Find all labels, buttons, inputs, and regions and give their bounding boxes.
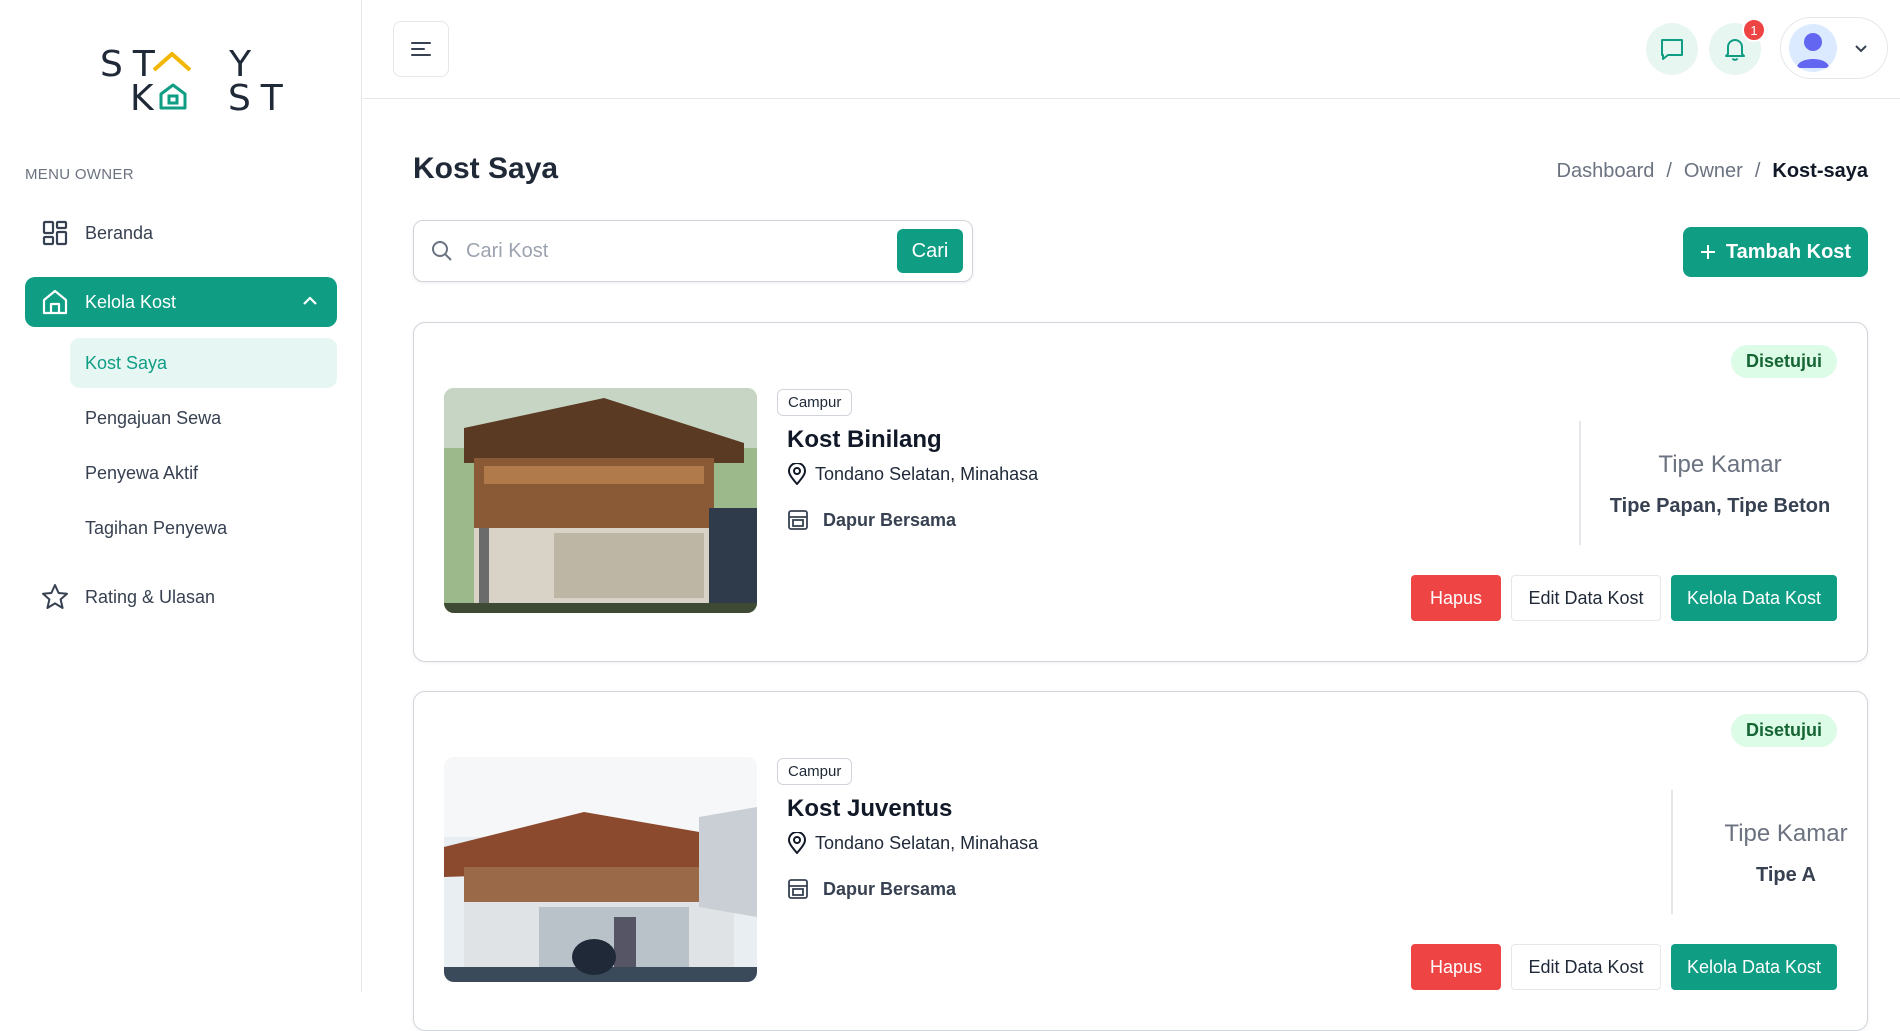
avatar bbox=[1789, 24, 1837, 72]
bell-icon bbox=[1725, 39, 1745, 61]
star-icon bbox=[40, 582, 70, 612]
card-actions: Hapus Edit Data Kost Kelola Data Kost bbox=[1411, 944, 1837, 990]
delete-button[interactable]: Hapus bbox=[1411, 944, 1501, 990]
top-header: 1 bbox=[363, 0, 1900, 99]
messages-button[interactable] bbox=[1646, 23, 1698, 75]
search-icon bbox=[432, 241, 452, 261]
chevron-up-icon bbox=[303, 296, 317, 305]
kost-location: Tondano Selatan, Minahasa bbox=[787, 832, 1038, 854]
room-type-block: Tipe Kamar Tipe A bbox=[1691, 820, 1881, 887]
kost-name: Kost Binilang bbox=[787, 426, 942, 453]
sidebar-item-kelola-kost[interactable]: Kelola Kost bbox=[25, 277, 337, 327]
sidebar-item-label: Beranda bbox=[85, 222, 154, 243]
sidebar-item-label: Kelola Kost bbox=[85, 291, 177, 312]
room-type-heading: Tipe Kamar bbox=[1724, 820, 1848, 847]
breadcrumb-current: Kost-saya bbox=[1772, 160, 1868, 182]
kost-photo[interactable] bbox=[444, 757, 757, 982]
stove-icon bbox=[788, 879, 808, 899]
breadcrumb: Dashboard / Owner / Kost-saya bbox=[1557, 160, 1868, 183]
user-menu-button[interactable] bbox=[1780, 17, 1888, 79]
page-title: Kost Saya bbox=[413, 152, 559, 185]
kost-facility-text: Dapur Bersama bbox=[823, 878, 957, 899]
user-avatar-icon bbox=[1797, 33, 1829, 68]
chat-icon bbox=[1661, 39, 1683, 60]
kost-card: Disetujui Campur Kost Binilang Tondano S… bbox=[413, 322, 1868, 662]
room-type-block: Tipe Kamar Tipe Papan, Tipe Beton bbox=[1606, 451, 1834, 518]
breadcrumb-separator: / bbox=[1754, 160, 1761, 182]
sidebar-item-rating-ulasan[interactable]: Rating & Ulasan bbox=[25, 572, 337, 622]
breadcrumb-dashboard[interactable]: Dashboard bbox=[1557, 160, 1655, 183]
search-input[interactable] bbox=[466, 239, 886, 263]
sidebar: ST Y K ST MENU OWNER Beranda Kelola Kost bbox=[0, 0, 362, 992]
edit-kost-button[interactable]: Edit Data Kost bbox=[1511, 575, 1661, 621]
status-badge: Disetujui bbox=[1730, 714, 1837, 747]
add-kost-label: Tambah Kost bbox=[1725, 240, 1852, 263]
manage-kost-button[interactable]: Kelola Data Kost bbox=[1671, 575, 1837, 621]
notification-count-badge: 1 bbox=[1742, 18, 1766, 42]
notifications-button[interactable]: 1 bbox=[1709, 18, 1766, 75]
hamburger-icon bbox=[411, 42, 431, 56]
menu-toggle-button[interactable] bbox=[393, 21, 449, 77]
kost-facility-text: Dapur Bersama bbox=[823, 509, 957, 530]
add-kost-button[interactable]: Tambah Kost bbox=[1683, 227, 1868, 277]
manage-kost-button[interactable]: Kelola Data Kost bbox=[1671, 944, 1837, 990]
breadcrumb-owner[interactable]: Owner bbox=[1684, 160, 1743, 183]
menu-owner-heading: MENU OWNER bbox=[25, 166, 134, 183]
sidebar-item-label: Rating & Ulasan bbox=[85, 586, 216, 607]
kost-location: Tondano Selatan, Minahasa bbox=[787, 463, 1038, 485]
search-button[interactable]: Cari bbox=[897, 229, 963, 273]
breadcrumb-separator: / bbox=[1666, 160, 1672, 182]
room-type-heading: Tipe Kamar bbox=[1658, 451, 1782, 478]
kost-facility: Dapur Bersama bbox=[787, 878, 956, 900]
kost-name: Kost Juventus bbox=[787, 795, 953, 822]
delete-button[interactable]: Hapus bbox=[1411, 575, 1501, 621]
logo-text-bottom: K ST bbox=[130, 78, 293, 119]
kost-location-text: Tondano Selatan, Minahasa bbox=[815, 832, 1039, 853]
stove-icon bbox=[788, 510, 808, 530]
status-badge: Disetujui bbox=[1730, 345, 1837, 378]
location-pin-icon bbox=[787, 832, 807, 854]
sidebar-subitem-tagihan-penyewa[interactable]: Tagihan Penyewa bbox=[70, 503, 337, 553]
kost-photo[interactable] bbox=[444, 388, 757, 613]
sidebar-subitem-pengajuan-sewa[interactable]: Pengajuan Sewa bbox=[70, 393, 337, 443]
kost-facility: Dapur Bersama bbox=[787, 509, 956, 531]
home-icon bbox=[40, 287, 70, 317]
plus-icon bbox=[1700, 245, 1715, 259]
search-bar: Cari bbox=[413, 220, 973, 282]
divider bbox=[1579, 421, 1581, 545]
chevron-down-icon bbox=[1855, 45, 1867, 53]
category-tag: Campur bbox=[777, 758, 853, 785]
edit-kost-button[interactable]: Edit Data Kost bbox=[1511, 944, 1661, 990]
logo-house-o-icon bbox=[159, 83, 187, 110]
card-actions: Hapus Edit Data Kost Kelola Data Kost bbox=[1411, 575, 1837, 621]
location-pin-icon bbox=[787, 463, 807, 485]
kost-card: Disetujui Campur Kost Juventus Tondano S… bbox=[413, 691, 1868, 1031]
kost-location-text: Tondano Selatan, Minahasa bbox=[815, 463, 1039, 484]
room-type-values: Tipe A bbox=[1755, 864, 1816, 886]
divider bbox=[1671, 790, 1673, 914]
category-tag: Campur bbox=[777, 389, 853, 416]
sidebar-subitem-kost-saya[interactable]: Kost Saya bbox=[70, 338, 337, 388]
room-type-values: Tipe Papan, Tipe Beton bbox=[1609, 495, 1831, 517]
sidebar-item-beranda[interactable]: Beranda bbox=[25, 208, 337, 258]
dashboard-grid-icon bbox=[40, 218, 70, 248]
sidebar-subitem-penyewa-aktif[interactable]: Penyewa Aktif bbox=[70, 448, 337, 498]
staykost-logo[interactable]: ST Y K ST bbox=[100, 44, 283, 119]
logo-roof-icon bbox=[152, 52, 192, 72]
